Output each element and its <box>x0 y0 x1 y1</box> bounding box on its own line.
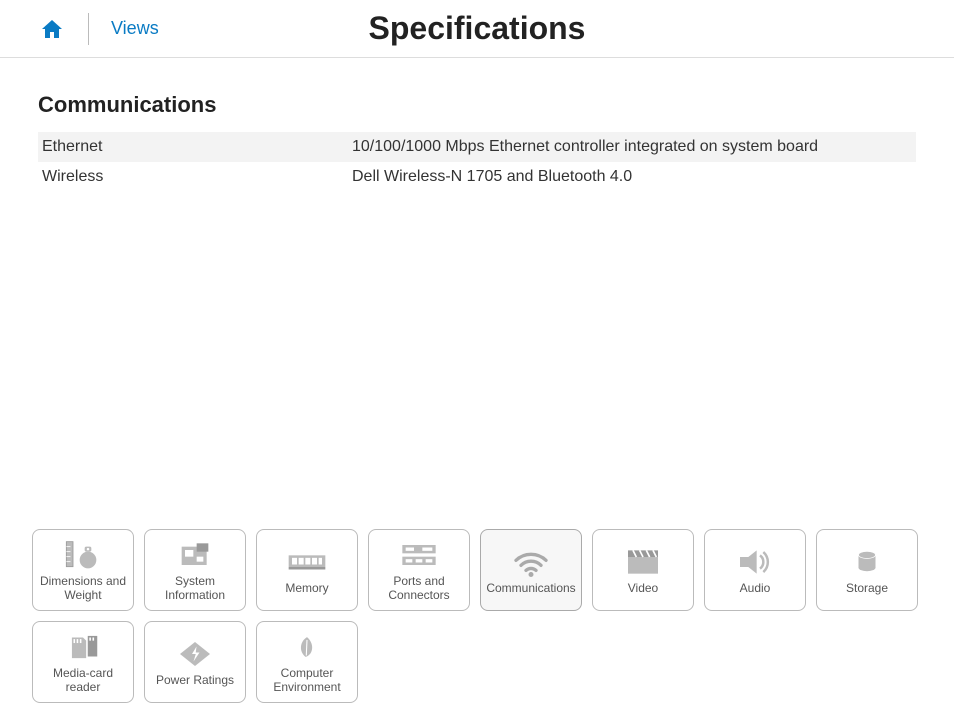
spec-label: Ethernet <box>42 138 352 156</box>
nav-tile-memory[interactable]: Memory <box>256 529 358 611</box>
nav-tile-system-information[interactable]: System Information <box>144 529 246 611</box>
nav-tile-media-card-reader[interactable]: Media-card reader <box>32 621 134 703</box>
spec-label: Wireless <box>42 168 352 186</box>
ruler-weight-icon <box>63 537 103 573</box>
tile-label: Dimensions and Weight <box>35 575 131 603</box>
speaker-icon <box>735 544 775 580</box>
nav-tile-video[interactable]: Video <box>592 529 694 611</box>
nav-tile-power-ratings[interactable]: Power Ratings <box>144 621 246 703</box>
table-row: Ethernet 10/100/1000 Mbps Ethernet contr… <box>38 132 916 162</box>
power-icon <box>175 636 215 672</box>
content-area: Communications Ethernet 10/100/1000 Mbps… <box>0 58 954 192</box>
ports-icon <box>399 537 439 573</box>
clapperboard-icon <box>623 544 663 580</box>
motherboard-icon <box>175 537 215 573</box>
tile-label: Video <box>628 582 658 596</box>
memory-icon <box>287 544 327 580</box>
nav-tile-computer-environment[interactable]: Computer Environment <box>256 621 358 703</box>
tile-label: Ports and Connectors <box>371 575 467 603</box>
header-bar: Views Specifications <box>0 0 954 58</box>
header-separator <box>88 13 89 45</box>
storage-icon <box>847 544 887 580</box>
sd-card-icon <box>63 629 103 665</box>
tile-label: Audio <box>740 582 771 596</box>
nav-tile-dimensions-weight[interactable]: Dimensions and Weight <box>32 529 134 611</box>
home-link[interactable] <box>40 17 64 41</box>
tile-label: Memory <box>285 582 328 596</box>
tile-label: Power Ratings <box>156 674 234 688</box>
views-link[interactable]: Views <box>111 18 159 39</box>
nav-tile-communications[interactable]: Communications <box>480 529 582 611</box>
section-title: Communications <box>38 92 916 118</box>
nav-tile-audio[interactable]: Audio <box>704 529 806 611</box>
leaf-icon <box>287 629 327 665</box>
tile-label: Media-card reader <box>35 667 131 695</box>
spec-value: 10/100/1000 Mbps Ethernet controller int… <box>352 138 912 156</box>
nav-tile-ports-connectors[interactable]: Ports and Connectors <box>368 529 470 611</box>
spec-table: Ethernet 10/100/1000 Mbps Ethernet contr… <box>38 132 916 192</box>
home-icon <box>40 17 64 41</box>
tile-label: Storage <box>846 582 888 596</box>
table-row: Wireless Dell Wireless-N 1705 and Blueto… <box>38 162 916 192</box>
tile-label: System Information <box>147 575 243 603</box>
tile-label: Computer Environment <box>259 667 355 695</box>
nav-tile-storage[interactable]: Storage <box>816 529 918 611</box>
bottom-nav: Dimensions and Weight System Information <box>32 529 932 703</box>
spec-value: Dell Wireless-N 1705 and Bluetooth 4.0 <box>352 168 912 186</box>
tile-label: Communications <box>486 582 575 596</box>
wifi-icon <box>511 544 551 580</box>
